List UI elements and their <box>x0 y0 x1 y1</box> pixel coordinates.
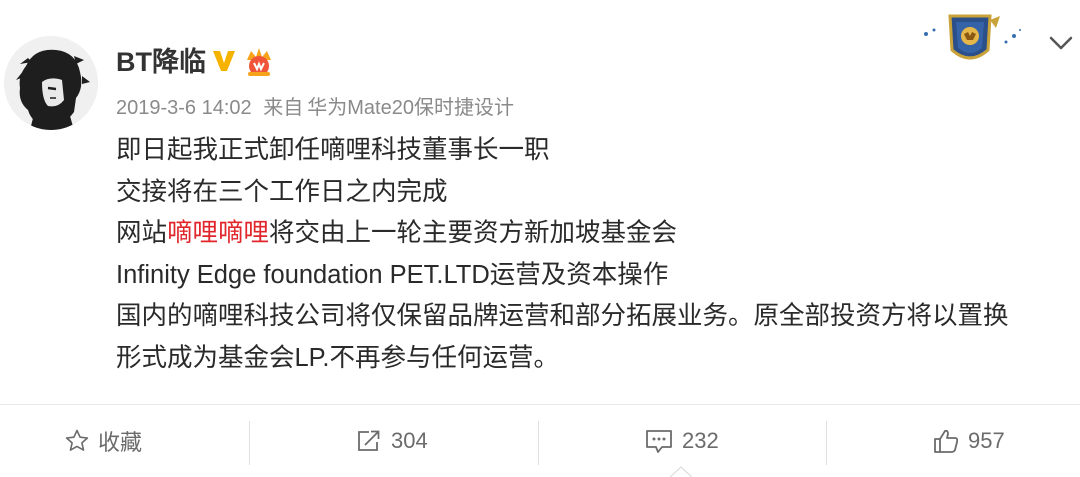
repost-button[interactable]: 304 <box>355 405 428 477</box>
content-text: 将交由上一轮主要资方新加坡基金会 <box>269 219 678 247</box>
comment-icon <box>646 430 672 453</box>
crown-icon[interactable] <box>242 44 276 78</box>
like-button[interactable]: 957 <box>932 405 1005 477</box>
verified-badge-icon <box>213 51 235 71</box>
active-tab-caret <box>670 466 692 477</box>
content-line-1: 即日起我正式卸任嘀哩科技董事长一职 <box>116 136 550 164</box>
content-line-2: 交接将在三个工作日之内完成 <box>116 177 448 206</box>
content-line-4: Infinity Edge foundation PET.LTD运营及资本操作 <box>116 260 669 289</box>
source-prefix: 来自 <box>263 97 304 119</box>
avatar[interactable] <box>4 36 98 130</box>
content-line-3: 网站嘀哩嘀哩将交由上一轮主要资方新加坡基金会 <box>116 213 1071 255</box>
device-source[interactable]: 华为Mate20保时捷设计 <box>307 97 514 119</box>
comment-count: 232 <box>682 428 719 453</box>
favorite-label: 收藏 <box>98 430 143 455</box>
star-icon <box>65 429 89 451</box>
action-separator <box>826 421 827 465</box>
chevron-down-icon[interactable] <box>1048 34 1074 52</box>
action-separator <box>249 421 250 465</box>
content-line-5: 国内的嘀哩科技公司将仅保留品牌运营和部分拓展业务。原全部投资方将以置换 <box>116 302 1009 330</box>
highlight-keyword-link[interactable]: 嘀哩嘀哩 <box>167 219 269 247</box>
repost-icon <box>358 430 380 451</box>
favorite-button[interactable]: 收藏 <box>64 405 142 477</box>
username[interactable]: BT降临 <box>116 44 206 80</box>
action-separator <box>538 421 539 465</box>
action-bar: 收藏 304 232 957 <box>0 405 1080 477</box>
post-content: 即日起我正式卸任嘀哩科技董事长一职 交接将在三个工作日之内完成 网站嘀哩嘀哩将交… <box>116 130 1071 379</box>
thumbs-up-icon <box>934 429 959 453</box>
avatar-image <box>4 36 98 130</box>
shield-lion-icon[interactable] <box>918 10 1024 68</box>
post-meta: 2019-3-6 14:02 来自 华为Mate20保时捷设计 <box>116 94 514 122</box>
content-line-6: 形式成为基金会LP.不再参与任何运营。 <box>116 343 559 372</box>
like-count: 957 <box>968 428 1005 453</box>
repost-count: 304 <box>391 428 428 453</box>
content-text: 网站 <box>116 219 168 247</box>
timestamp[interactable]: 2019-3-6 14:02 <box>116 97 252 119</box>
